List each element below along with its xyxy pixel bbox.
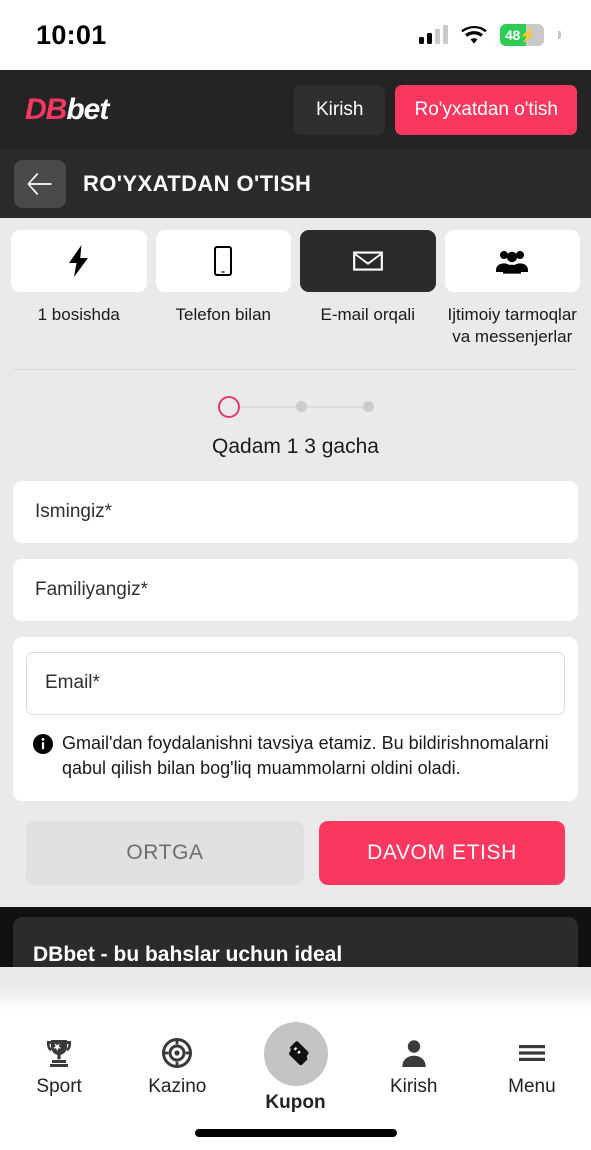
hamburger-menu-icon (518, 1045, 545, 1061)
people-group-icon (496, 251, 529, 274)
promo-banner-text: DBbet - bu bahslar uchun ideal (13, 916, 578, 967)
app-screen: 10:01 48 ⚡ DBbet Kirish Ro'yxatdan o'tis… (0, 0, 591, 1150)
page-subheader: RO'YXATDAN O'TISH (0, 150, 591, 218)
wifi-icon (461, 25, 487, 44)
registration-method-tabs: 1 bosishda Telefon bilan E-mail orqali I… (0, 218, 591, 349)
nav-item-sport-label: Sport (36, 1076, 82, 1097)
coupon-ticket-icon (288, 1041, 308, 1066)
method-tab-phone-label: Telefon bilan (175, 305, 271, 324)
casino-chip-icon (162, 1038, 193, 1068)
nav-item-kirish[interactable]: Kirish (355, 1034, 473, 1098)
first-name-input[interactable] (35, 500, 556, 523)
nav-item-kazino-icon-wrap (161, 1034, 193, 1072)
nav-item-menu[interactable]: Menu (473, 1034, 591, 1098)
stepper-dot-3 (362, 401, 374, 413)
nav-item-kazino-label: Kazino (148, 1076, 207, 1097)
header-actions: Kirish Ro'yxatdan o'tish (293, 85, 577, 135)
method-tab-social-card (444, 230, 580, 292)
email-card: Gmail'dan foydalanishni tavsiya etamiz. … (13, 636, 578, 801)
app-header: DBbet Kirish Ro'yxatdan o'tish (0, 70, 591, 150)
login-button[interactable]: Kirish (293, 85, 386, 135)
last-name-field[interactable] (13, 558, 578, 621)
stepper-dot-1-active (217, 395, 240, 418)
promo-fade-overlay (0, 986, 591, 1020)
registration-form: Gmail'dan foydalanishni tavsiya etamiz. … (0, 459, 591, 885)
promo-banner[interactable]: DBbet - bu bahslar uchun ideal (0, 906, 591, 967)
cellular-signal-icon (419, 25, 448, 44)
brand-logo-bet: bet (66, 93, 109, 126)
brand-logo-db: DB (25, 93, 67, 126)
email-hint-text: Gmail'dan foydalanishni tavsiya etamiz. … (62, 732, 549, 779)
status-bar-time: 10:01 (36, 19, 107, 50)
email-input[interactable] (45, 672, 546, 695)
nav-item-sport[interactable]: Sport (0, 1034, 118, 1098)
home-indicator (194, 1129, 397, 1137)
status-bar-indicators: 48 ⚡ (419, 24, 561, 46)
method-tab-one-click-label: 1 bosishda (37, 305, 120, 324)
nav-item-kupon-icon-wrap (263, 1022, 328, 1086)
stepper-dot-2 (295, 401, 307, 413)
register-button[interactable]: Ro'yxatdan o'tish (395, 85, 577, 135)
nav-item-kirish-label: Kirish (389, 1076, 438, 1097)
brand-logo[interactable]: DBbet (14, 93, 109, 127)
info-circle-icon (33, 733, 53, 754)
nav-item-kupon-label: Kupon (265, 1092, 326, 1113)
nav-item-menu-label: Menu (508, 1076, 556, 1097)
method-tab-email-label: E-mail orqali (320, 305, 415, 324)
method-tab-phone-card (155, 230, 291, 292)
first-name-field[interactable] (13, 480, 578, 543)
stepper-label: Qadam 1 3 gacha (212, 434, 379, 458)
mobile-phone-icon (214, 246, 233, 276)
stepper-dots (217, 395, 374, 418)
trophy-icon (47, 1040, 72, 1067)
method-tab-email[interactable]: E-mail orqali (300, 230, 436, 349)
stepper-line-2 (306, 405, 363, 408)
registration-stepper: Qadam 1 3 gacha (0, 370, 591, 459)
method-tab-social-label: Ijtimoiy tarmoqlar va messenjerlar (447, 305, 577, 347)
method-tab-phone[interactable]: Telefon bilan (155, 230, 291, 349)
email-field[interactable] (26, 651, 565, 715)
back-step-button[interactable]: ORTGA (26, 820, 304, 885)
nav-item-kirish-icon-wrap (398, 1034, 430, 1072)
back-arrow-icon (26, 173, 51, 195)
method-tab-email-card (300, 230, 436, 292)
lightning-bolt-icon (68, 245, 88, 277)
page-title: RO'YXATDAN O'TISH (83, 171, 312, 196)
battery-cap (558, 31, 561, 39)
battery-charging-icon: 48 ⚡ (500, 24, 544, 46)
envelope-icon (352, 251, 383, 271)
nav-item-kazino[interactable]: Kazino (118, 1034, 236, 1098)
back-button[interactable] (14, 160, 66, 208)
last-name-input[interactable] (35, 578, 556, 601)
method-tab-one-click[interactable]: 1 bosishda (11, 230, 147, 349)
nav-item-kupon[interactable]: Kupon (236, 1022, 354, 1114)
nav-item-menu-icon-wrap (516, 1034, 548, 1072)
method-tab-one-click-card (11, 230, 147, 292)
method-tab-social[interactable]: Ijtimoiy tarmoqlar va messenjerlar (444, 230, 580, 349)
continue-button[interactable]: DAVOM ETISH (319, 820, 565, 885)
person-icon (402, 1040, 426, 1067)
form-actions: ORTGA DAVOM ETISH (13, 819, 578, 885)
status-bar: 10:01 48 ⚡ (0, 0, 591, 70)
email-hint: Gmail'dan foydalanishni tavsiya etamiz. … (26, 731, 565, 782)
nav-item-sport-icon-wrap (43, 1034, 75, 1072)
stepper-line-1 (239, 405, 296, 408)
